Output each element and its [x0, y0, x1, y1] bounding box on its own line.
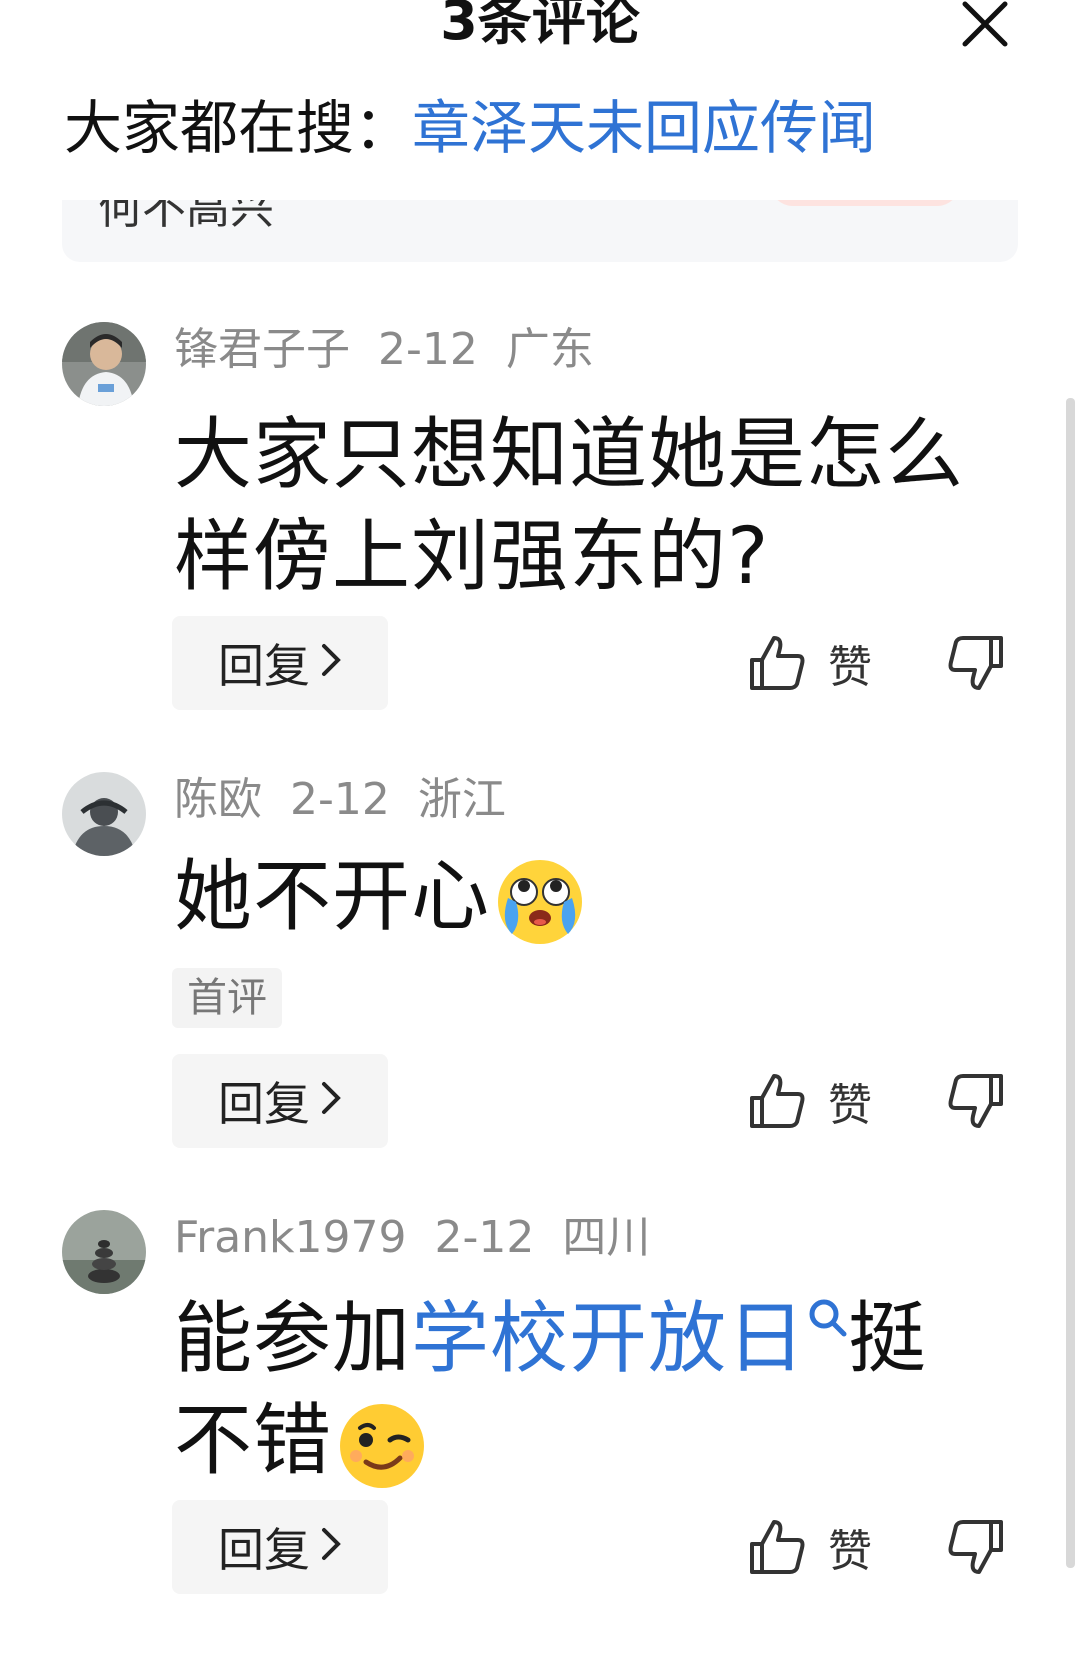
dislike-button[interactable] [944, 616, 1008, 710]
thumbs-down-icon [948, 1074, 1003, 1128]
like-label: 赞 [828, 642, 872, 693]
previous-card-button[interactable] [770, 200, 960, 206]
wink-emoji-icon [336, 1400, 428, 1492]
trending-search-prefix: 大家都在搜： [64, 94, 413, 162]
like-button[interactable]: 赞 [748, 1500, 872, 1594]
comment-location: 浙江 [417, 774, 506, 825]
dislike-button[interactable] [944, 1054, 1008, 1148]
close-icon [962, 1, 1008, 47]
search-link-label: 学校开放日 [411, 1294, 807, 1384]
comment-meta: 锋君子子 2-12 广东 [174, 320, 594, 380]
comment-text: 能参加学校开放日 挺不错 [174, 1288, 974, 1492]
comment-meta: 陈欧 2-12 浙江 [174, 770, 506, 830]
comment-location: 四川 [562, 1212, 651, 1263]
trending-search: 大家都在搜：章泽天未回应传闻 [64, 88, 876, 168]
username[interactable]: Frank1979 [174, 1212, 407, 1263]
avatar[interactable] [62, 772, 146, 856]
dislike-button[interactable] [944, 1500, 1008, 1594]
search-link[interactable]: 学校开放日 [411, 1294, 848, 1384]
comment-text: 大家只想知道她是怎么样傍上刘强东的? [174, 410, 965, 602]
like-label: 赞 [828, 1526, 872, 1577]
comment-meta: Frank1979 2-12 四川 [174, 1208, 650, 1268]
page-title: 3条评论 [440, 0, 640, 52]
reply-label: 回复 [218, 639, 310, 693]
previous-card-text: 何不高兴 [98, 200, 274, 234]
avatar[interactable] [62, 322, 146, 406]
crying-laugh-emoji-icon [494, 856, 586, 948]
thumbs-up-icon [750, 1520, 805, 1574]
scrollbar[interactable] [1066, 398, 1075, 1568]
previous-card: 何不高兴 [62, 200, 1018, 262]
thumbs-up-icon [750, 1074, 805, 1128]
reply-button[interactable]: 回复 [172, 1500, 388, 1594]
comment-date: 2-12 [290, 774, 390, 825]
close-button[interactable] [956, 0, 1014, 48]
thumbs-down-icon [948, 1520, 1003, 1574]
reply-label: 回复 [218, 1523, 310, 1577]
avatar[interactable] [62, 1210, 146, 1294]
username[interactable]: 锋君子子 [174, 324, 350, 375]
trending-search-link[interactable]: 章泽天未回应传闻 [412, 94, 876, 162]
first-comment-badge: 首评 [172, 968, 282, 1028]
comment-text-content: 她不开心 [174, 852, 491, 942]
chevron-right-icon [320, 1077, 342, 1126]
chevron-right-icon [320, 639, 342, 688]
search-icon [809, 1299, 847, 1337]
reply-button[interactable]: 回复 [172, 616, 388, 710]
comment-text-before: 能参加 [174, 1294, 412, 1384]
thumbs-up-icon [750, 636, 805, 690]
like-button[interactable]: 赞 [748, 1054, 872, 1148]
chevron-right-icon [320, 1523, 342, 1572]
username[interactable]: 陈欧 [174, 774, 262, 825]
comment-location: 广东 [505, 324, 594, 375]
reply-button[interactable]: 回复 [172, 1054, 388, 1148]
thumbs-down-icon [948, 636, 1003, 690]
comment-date: 2-12 [434, 1212, 535, 1263]
like-button[interactable]: 赞 [748, 616, 872, 710]
comment-date: 2-12 [378, 324, 478, 375]
comment-text: 她不开心 [174, 846, 1034, 948]
like-label: 赞 [828, 1080, 872, 1131]
reply-label: 回复 [218, 1077, 310, 1131]
